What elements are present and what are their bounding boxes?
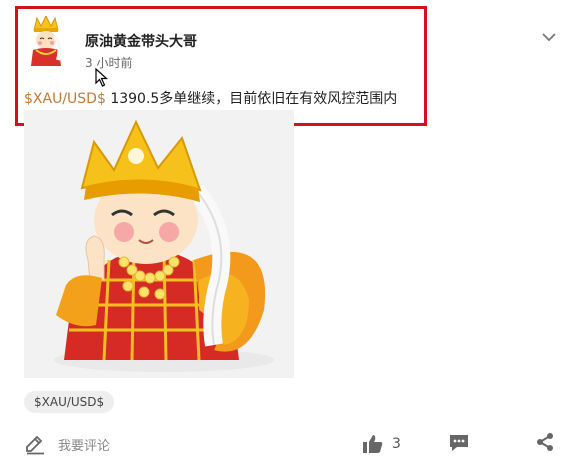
- pencil-edit-icon: [26, 435, 44, 455]
- ticker-link[interactable]: $XAU/USD$: [24, 91, 106, 107]
- comment-label: 我要评论: [58, 438, 111, 454]
- like-count: 3: [392, 436, 401, 452]
- chat-bubble-icon[interactable]: [448, 432, 470, 454]
- highlight-box: [15, 6, 427, 126]
- chevron-down-icon[interactable]: [542, 32, 556, 42]
- like-button[interactable]: 3: [362, 432, 401, 456]
- comment-button[interactable]: 我要评论: [24, 432, 110, 456]
- post-card: 原油黄金带头大哥 3 小时前 $XAU/USD$ 1390.5多单继续，目前依旧…: [0, 0, 585, 470]
- author-name[interactable]: 原油黄金带头大哥: [85, 31, 197, 51]
- avatar[interactable]: [28, 16, 64, 66]
- post-text: $XAU/USD$ 1390.5多单继续，目前依旧在有效风控范围内: [24, 88, 397, 108]
- monk-illustration: [54, 119, 274, 372]
- thumbs-up-icon: [363, 435, 383, 453]
- ticker-tag[interactable]: $XAU/USD$: [24, 391, 115, 413]
- share-icon[interactable]: [535, 432, 555, 452]
- post-image[interactable]: [24, 110, 294, 378]
- post-body: 1390.5多单继续，目前依旧在有效风控范围内: [105, 91, 398, 107]
- mouse-cursor-icon: [95, 68, 109, 87]
